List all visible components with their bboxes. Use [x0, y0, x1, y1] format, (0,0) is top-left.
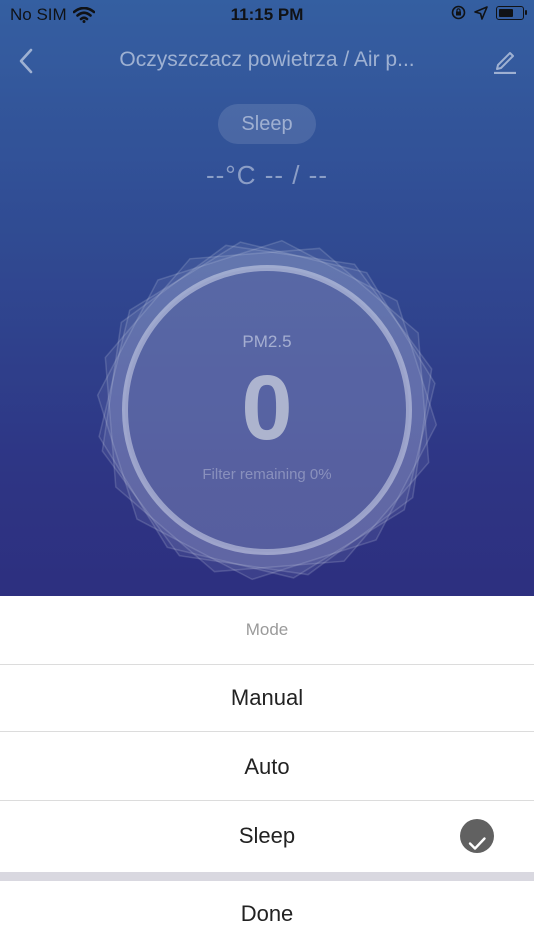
done-button[interactable]: Done: [0, 881, 534, 950]
sheet-title: Mode: [0, 596, 534, 665]
temperature-humidity-readout: --°C -- / --: [205, 160, 329, 190]
checkmark-icon: [460, 819, 494, 853]
filter-remaining-text: Filter remaining 0%: [202, 466, 332, 483]
option-label: Auto: [244, 754, 290, 779]
screen: No SIM 11:15 PM Oczyszczacz powietrza / …: [0, 0, 534, 950]
option-manual[interactable]: Manual: [0, 664, 534, 732]
option-auto[interactable]: Auto: [0, 733, 534, 801]
option-label: Manual: [230, 685, 304, 710]
option-label: Sleep: [238, 823, 296, 848]
pm-label: PM2.5: [242, 332, 292, 351]
mode-badge[interactable]: Sleep: [218, 104, 316, 144]
chevron-left-icon[interactable]: [14, 46, 38, 76]
pencil-icon[interactable]: [492, 46, 518, 74]
option-sleep[interactable]: Sleep: [0, 802, 534, 870]
nav-bar: Oczyszczacz powietrza / Air p...: [0, 40, 534, 84]
sheet-divider: [0, 872, 534, 881]
pm-value: 0: [241, 357, 293, 459]
page-title: Oczyszczacz powietrza / Air p...: [119, 48, 415, 71]
mode-action-sheet: Mode Manual Auto Sleep Done: [0, 596, 534, 950]
